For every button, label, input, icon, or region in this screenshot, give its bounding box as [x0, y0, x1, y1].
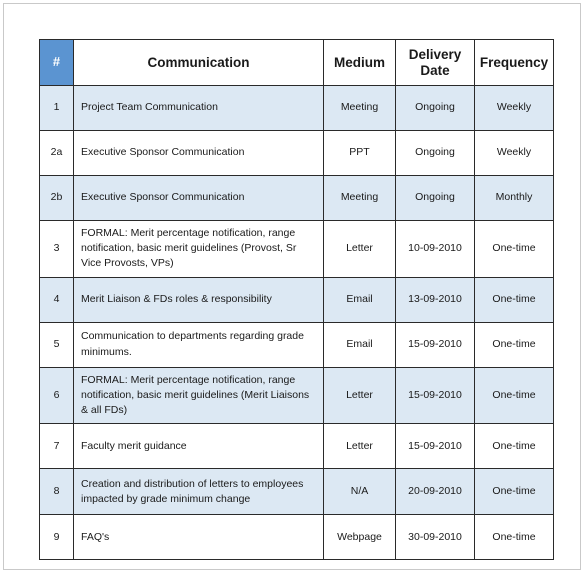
- cell-delivery-date: 15-09-2010: [395, 321, 475, 368]
- cell-medium: Letter: [323, 366, 396, 425]
- column-header-medium: Medium: [323, 39, 396, 86]
- cell-communication: FAQ's: [73, 514, 324, 561]
- cell-communication: FORMAL: Merit percentage notification, r…: [73, 220, 324, 278]
- cell-frequency: One-time: [474, 366, 554, 425]
- page-canvas: # Communication Medium Delivery Date Freq…: [3, 3, 581, 570]
- table-row[interactable]: 4 Merit Liaison & FDs roles & responsibil…: [39, 276, 554, 323]
- cell-delivery-date: 10-09-2010: [395, 220, 475, 278]
- cell-frequency: Weekly: [474, 85, 554, 131]
- cell-number: 8: [39, 468, 74, 516]
- cell-delivery-date: Ongoing: [395, 85, 475, 131]
- cell-frequency: One-time: [474, 468, 554, 516]
- column-header-number: #: [39, 39, 74, 86]
- cell-communication: FORMAL: Merit percentage notification, r…: [73, 366, 324, 425]
- table-row[interactable]: 6 FORMAL: Merit percentage notification, …: [39, 366, 554, 425]
- table-row[interactable]: 2a Executive Sponsor Communication PPT Ongo…: [39, 130, 554, 176]
- cell-medium: PPT: [323, 130, 396, 176]
- cell-communication: Executive Sponsor Communication: [73, 130, 324, 176]
- cell-number: 3: [39, 220, 74, 278]
- cell-frequency: One-time: [474, 276, 554, 323]
- cell-frequency: One-time: [474, 321, 554, 368]
- cell-medium: Meeting: [323, 175, 396, 221]
- table-header-row: # Communication Medium Delivery Date Freq…: [39, 39, 554, 86]
- cell-medium: Email: [323, 321, 396, 368]
- cell-communication: Communication to departments regarding g…: [73, 321, 324, 368]
- table-row[interactable]: 5 Communication to departments regarding …: [39, 321, 554, 368]
- cell-medium: Letter: [323, 220, 396, 278]
- cell-communication: Creation and distribution of letters to …: [73, 468, 324, 516]
- table-row[interactable]: 8 Creation and distribution of letters to…: [39, 468, 554, 516]
- cell-number: 6: [39, 366, 74, 425]
- cell-frequency: One-time: [474, 514, 554, 561]
- cell-number: 4: [39, 276, 74, 323]
- column-header-communication: Communication: [73, 39, 324, 86]
- cell-delivery-date: Ongoing: [395, 175, 475, 221]
- cell-frequency: One-time: [474, 423, 554, 470]
- cell-communication: Faculty merit guidance: [73, 423, 324, 470]
- cell-delivery-date: 20-09-2010: [395, 468, 475, 516]
- cell-medium: Webpage: [323, 514, 396, 561]
- cell-medium: Email: [323, 276, 396, 323]
- cell-communication: Project Team Communication: [73, 85, 324, 131]
- cell-delivery-date: 13-09-2010: [395, 276, 475, 323]
- cell-medium: Letter: [323, 423, 396, 470]
- table-header: # Communication Medium Delivery Date Freq…: [39, 39, 554, 86]
- cell-number: 9: [39, 514, 74, 561]
- communication-plan-table-wrapper: # Communication Medium Delivery Date Freq…: [39, 39, 554, 561]
- cell-frequency: One-time: [474, 220, 554, 278]
- cell-number: 2b: [39, 175, 74, 221]
- cell-communication: Executive Sponsor Communication: [73, 175, 324, 221]
- cell-delivery-date: 15-09-2010: [395, 423, 475, 470]
- delivery-header-line2: Date: [420, 62, 450, 78]
- cell-delivery-date: 30-09-2010: [395, 514, 475, 561]
- cell-number: 2a: [39, 130, 74, 176]
- table-row[interactable]: 7 Faculty merit guidance Letter 15-09-2010 O…: [39, 423, 554, 470]
- communication-plan-table: # Communication Medium Delivery Date Freq…: [39, 39, 554, 561]
- cell-delivery-date: Ongoing: [395, 130, 475, 176]
- cell-number: 7: [39, 423, 74, 470]
- delivery-header-line1: Delivery: [408, 47, 462, 63]
- cell-frequency: Weekly: [474, 130, 554, 176]
- column-header-delivery-date: Delivery Date: [395, 39, 475, 86]
- cell-medium: N/A: [323, 468, 396, 516]
- table-row[interactable]: 2b Executive Sponsor Communication Meeting…: [39, 175, 554, 221]
- table-row[interactable]: 1 Project Team Communication Meeting Ongoin…: [39, 85, 554, 131]
- table-row[interactable]: 9 FAQ's Webpage 30-09-2010 One-time: [39, 514, 554, 561]
- cell-communication: Merit Liaison & FDs roles & responsibili…: [73, 276, 324, 323]
- cell-frequency: Monthly: [474, 175, 554, 221]
- cell-number: 5: [39, 321, 74, 368]
- cell-medium: Meeting: [323, 85, 396, 131]
- cell-delivery-date: 15-09-2010: [395, 366, 475, 425]
- table-row[interactable]: 3 FORMAL: Merit percentage notification, …: [39, 220, 554, 278]
- column-header-frequency: Frequency: [474, 39, 554, 86]
- cell-number: 1: [39, 85, 74, 131]
- table-body: 1 Project Team Communication Meeting Ongoin…: [39, 85, 554, 561]
